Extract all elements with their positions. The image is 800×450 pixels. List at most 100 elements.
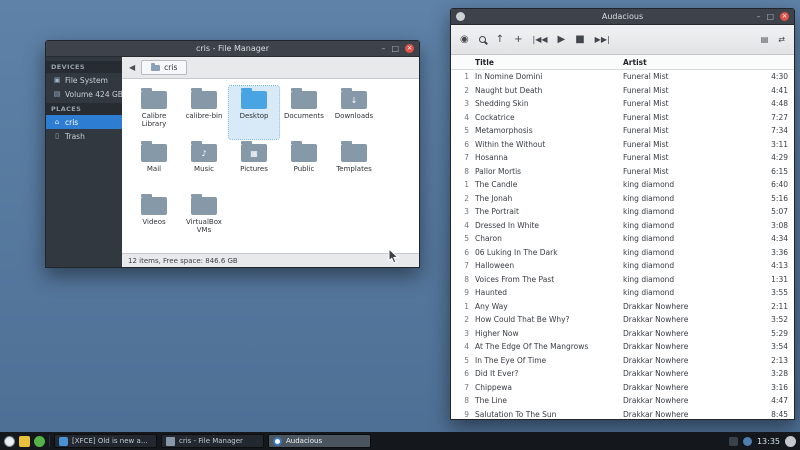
track-number: 1 — [457, 180, 469, 189]
track-row[interactable]: 8 Voices From The Past king diamond 1:31 — [451, 273, 794, 287]
title-column-header[interactable]: Title — [475, 58, 623, 67]
taskbar-window-button[interactable]: cris - File Manager — [161, 434, 264, 448]
folder-item[interactable]: VirtualBox VMs — [179, 192, 229, 245]
track-time: 3:54 — [756, 342, 788, 351]
track-row[interactable]: 9 Salutation To The Sun Drakkar Nowhere … — [451, 408, 794, 420]
audacious-titlebar[interactable]: Audacious – □ × — [451, 9, 794, 25]
track-number: 7 — [457, 153, 469, 162]
track-row[interactable]: 9 Haunted king diamond 3:55 — [451, 286, 794, 300]
track-row[interactable]: 3 The Portrait king diamond 5:07 — [451, 205, 794, 219]
track-time: 3:16 — [756, 383, 788, 392]
track-row[interactable]: 2 Naught but Death Funeral Mist 4:41 — [451, 84, 794, 98]
path-button[interactable]: cris — [141, 60, 187, 75]
track-row[interactable]: 7 Hosanna Funeral Mist 4:29 — [451, 151, 794, 165]
track-time: 3:52 — [756, 315, 788, 324]
folder-emblem-icon — [291, 91, 317, 109]
open-files-icon[interactable]: ↑ — [496, 35, 504, 45]
maximize-button[interactable]: □ — [391, 45, 399, 53]
track-row[interactable]: 4 Dressed In White king diamond 3:08 — [451, 219, 794, 233]
track-row[interactable]: 7 Chippewa Drakkar Nowhere 3:16 — [451, 381, 794, 395]
tray-icon[interactable] — [729, 437, 738, 446]
taskbar-window-button[interactable]: Audacious — [268, 434, 371, 448]
track-row[interactable]: 4 At The Edge Of The Mangrows Drakkar No… — [451, 340, 794, 354]
track-number: 3 — [457, 329, 469, 338]
file-manager-titlebar[interactable]: cris - File Manager – □ × — [46, 41, 419, 57]
folder-item[interactable]: Public — [279, 139, 329, 192]
folder-emblem-icon: ♪ — [191, 144, 217, 162]
taskbar-window-button[interactable]: [XFCE] Old is new again ... — [54, 434, 157, 448]
app-menu-icon[interactable] — [456, 12, 465, 21]
close-button[interactable]: × — [780, 12, 789, 21]
folder-item[interactable]: Desktop — [229, 86, 279, 139]
track-row[interactable]: 1 Any Way Drakkar Nowhere 2:11 — [451, 300, 794, 314]
artist-column-header[interactable]: Artist — [623, 58, 756, 67]
minimize-button[interactable]: – — [381, 45, 385, 53]
stop-icon[interactable]: ■ — [575, 35, 584, 45]
track-number: 1 — [457, 302, 469, 311]
applications-menu-icon[interactable] — [4, 436, 15, 447]
track-row[interactable]: 1 The Candle king diamond 6:40 — [451, 178, 794, 192]
sidebar-place-item[interactable]: ⌂ cris — [46, 115, 122, 129]
record-icon[interactable]: ◉ — [460, 35, 469, 45]
track-row[interactable]: 6 06 Luking In The Dark king diamond 3:3… — [451, 246, 794, 260]
maximize-button[interactable]: □ — [766, 13, 774, 21]
folder-item[interactable]: ▦ Pictures — [229, 139, 279, 192]
track-number: 2 — [457, 315, 469, 324]
close-button[interactable]: × — [405, 44, 414, 53]
panel-circle-icon[interactable] — [785, 436, 796, 447]
previous-icon[interactable]: |◀◀ — [533, 36, 548, 44]
sidebar-device-item[interactable]: ▣ File System — [46, 73, 122, 87]
track-time: 7:27 — [756, 113, 788, 122]
track-row[interactable]: 2 The Jonah king diamond 5:16 — [451, 192, 794, 206]
green-launcher-icon[interactable] — [34, 436, 45, 447]
minimize-button[interactable]: – — [756, 13, 760, 21]
track-row[interactable]: 6 Within the Without Funeral Mist 3:11 — [451, 138, 794, 152]
track-row[interactable]: 7 Halloween king diamond 4:13 — [451, 259, 794, 273]
folder-item[interactable]: ♪ Music — [179, 139, 229, 192]
folder-item[interactable]: ↓ Downloads — [329, 86, 379, 139]
folder-emblem-icon — [291, 144, 317, 162]
track-row[interactable]: 5 In The Eye Of Time Drakkar Nowhere 2:1… — [451, 354, 794, 368]
track-row[interactable]: 5 Metamorphosis Funeral Mist 7:34 — [451, 124, 794, 138]
track-row[interactable]: 1 In Nomine Domini Funeral Mist 4:30 — [451, 70, 794, 84]
folder-label: Documents — [279, 112, 329, 120]
add-files-icon[interactable]: + — [514, 35, 522, 45]
folder-icon — [291, 91, 317, 109]
track-time: 3:36 — [756, 248, 788, 257]
track-number: 2 — [457, 194, 469, 203]
playlist: 1 In Nomine Domini Funeral Mist 4:30 2 N… — [451, 70, 794, 419]
back-button[interactable]: ◀ — [129, 63, 135, 72]
track-row[interactable]: 8 The Line Drakkar Nowhere 4:47 — [451, 394, 794, 408]
folder-item[interactable]: Documents — [279, 86, 329, 139]
track-row[interactable]: 5 Charon king diamond 4:34 — [451, 232, 794, 246]
folder-emblem-icon — [141, 197, 167, 215]
tray-network-icon[interactable] — [743, 437, 752, 446]
folder-item[interactable]: Mail — [129, 139, 179, 192]
folder-icon — [141, 91, 167, 109]
next-icon[interactable]: ▶▶| — [595, 36, 610, 44]
folder-item[interactable]: Videos — [129, 192, 179, 245]
folder-item[interactable]: calibre-bin — [179, 86, 229, 139]
shuffle-icon[interactable]: ⇄ — [778, 36, 785, 44]
folder-item[interactable]: Calibre Library — [129, 86, 179, 139]
yellow-launcher-icon[interactable] — [19, 436, 30, 447]
sidebar-device-item[interactable]: ▤ Volume 424 GB — [46, 87, 122, 101]
track-row[interactable]: 2 How Could That Be Why? Drakkar Nowhere… — [451, 313, 794, 327]
places-header: PLACES — [46, 103, 122, 115]
track-time: 4:41 — [756, 86, 788, 95]
playlist-header[interactable]: Title Artist — [451, 55, 794, 70]
clock[interactable]: 13:35 — [757, 437, 780, 446]
track-row[interactable]: 3 Higher Now Drakkar Nowhere 5:29 — [451, 327, 794, 341]
track-title: Charon — [475, 234, 623, 243]
folder-item[interactable]: Templates — [329, 139, 379, 192]
playlist-icon[interactable]: ▤ — [761, 36, 769, 44]
track-row[interactable]: 4 Cockatrice Funeral Mist 7:27 — [451, 111, 794, 125]
play-icon[interactable]: ▶ — [558, 35, 566, 45]
folder-label: calibre-bin — [179, 112, 229, 120]
search-icon[interactable] — [479, 36, 486, 43]
track-row[interactable]: 6 Did It Ever? Drakkar Nowhere 3:28 — [451, 367, 794, 381]
track-title: The Portrait — [475, 207, 623, 216]
track-row[interactable]: 8 Pallor Mortis Funeral Mist 6:15 — [451, 165, 794, 179]
track-row[interactable]: 3 Shedding Skin Funeral Mist 4:48 — [451, 97, 794, 111]
sidebar-place-item[interactable]: ▯ Trash — [46, 129, 122, 143]
